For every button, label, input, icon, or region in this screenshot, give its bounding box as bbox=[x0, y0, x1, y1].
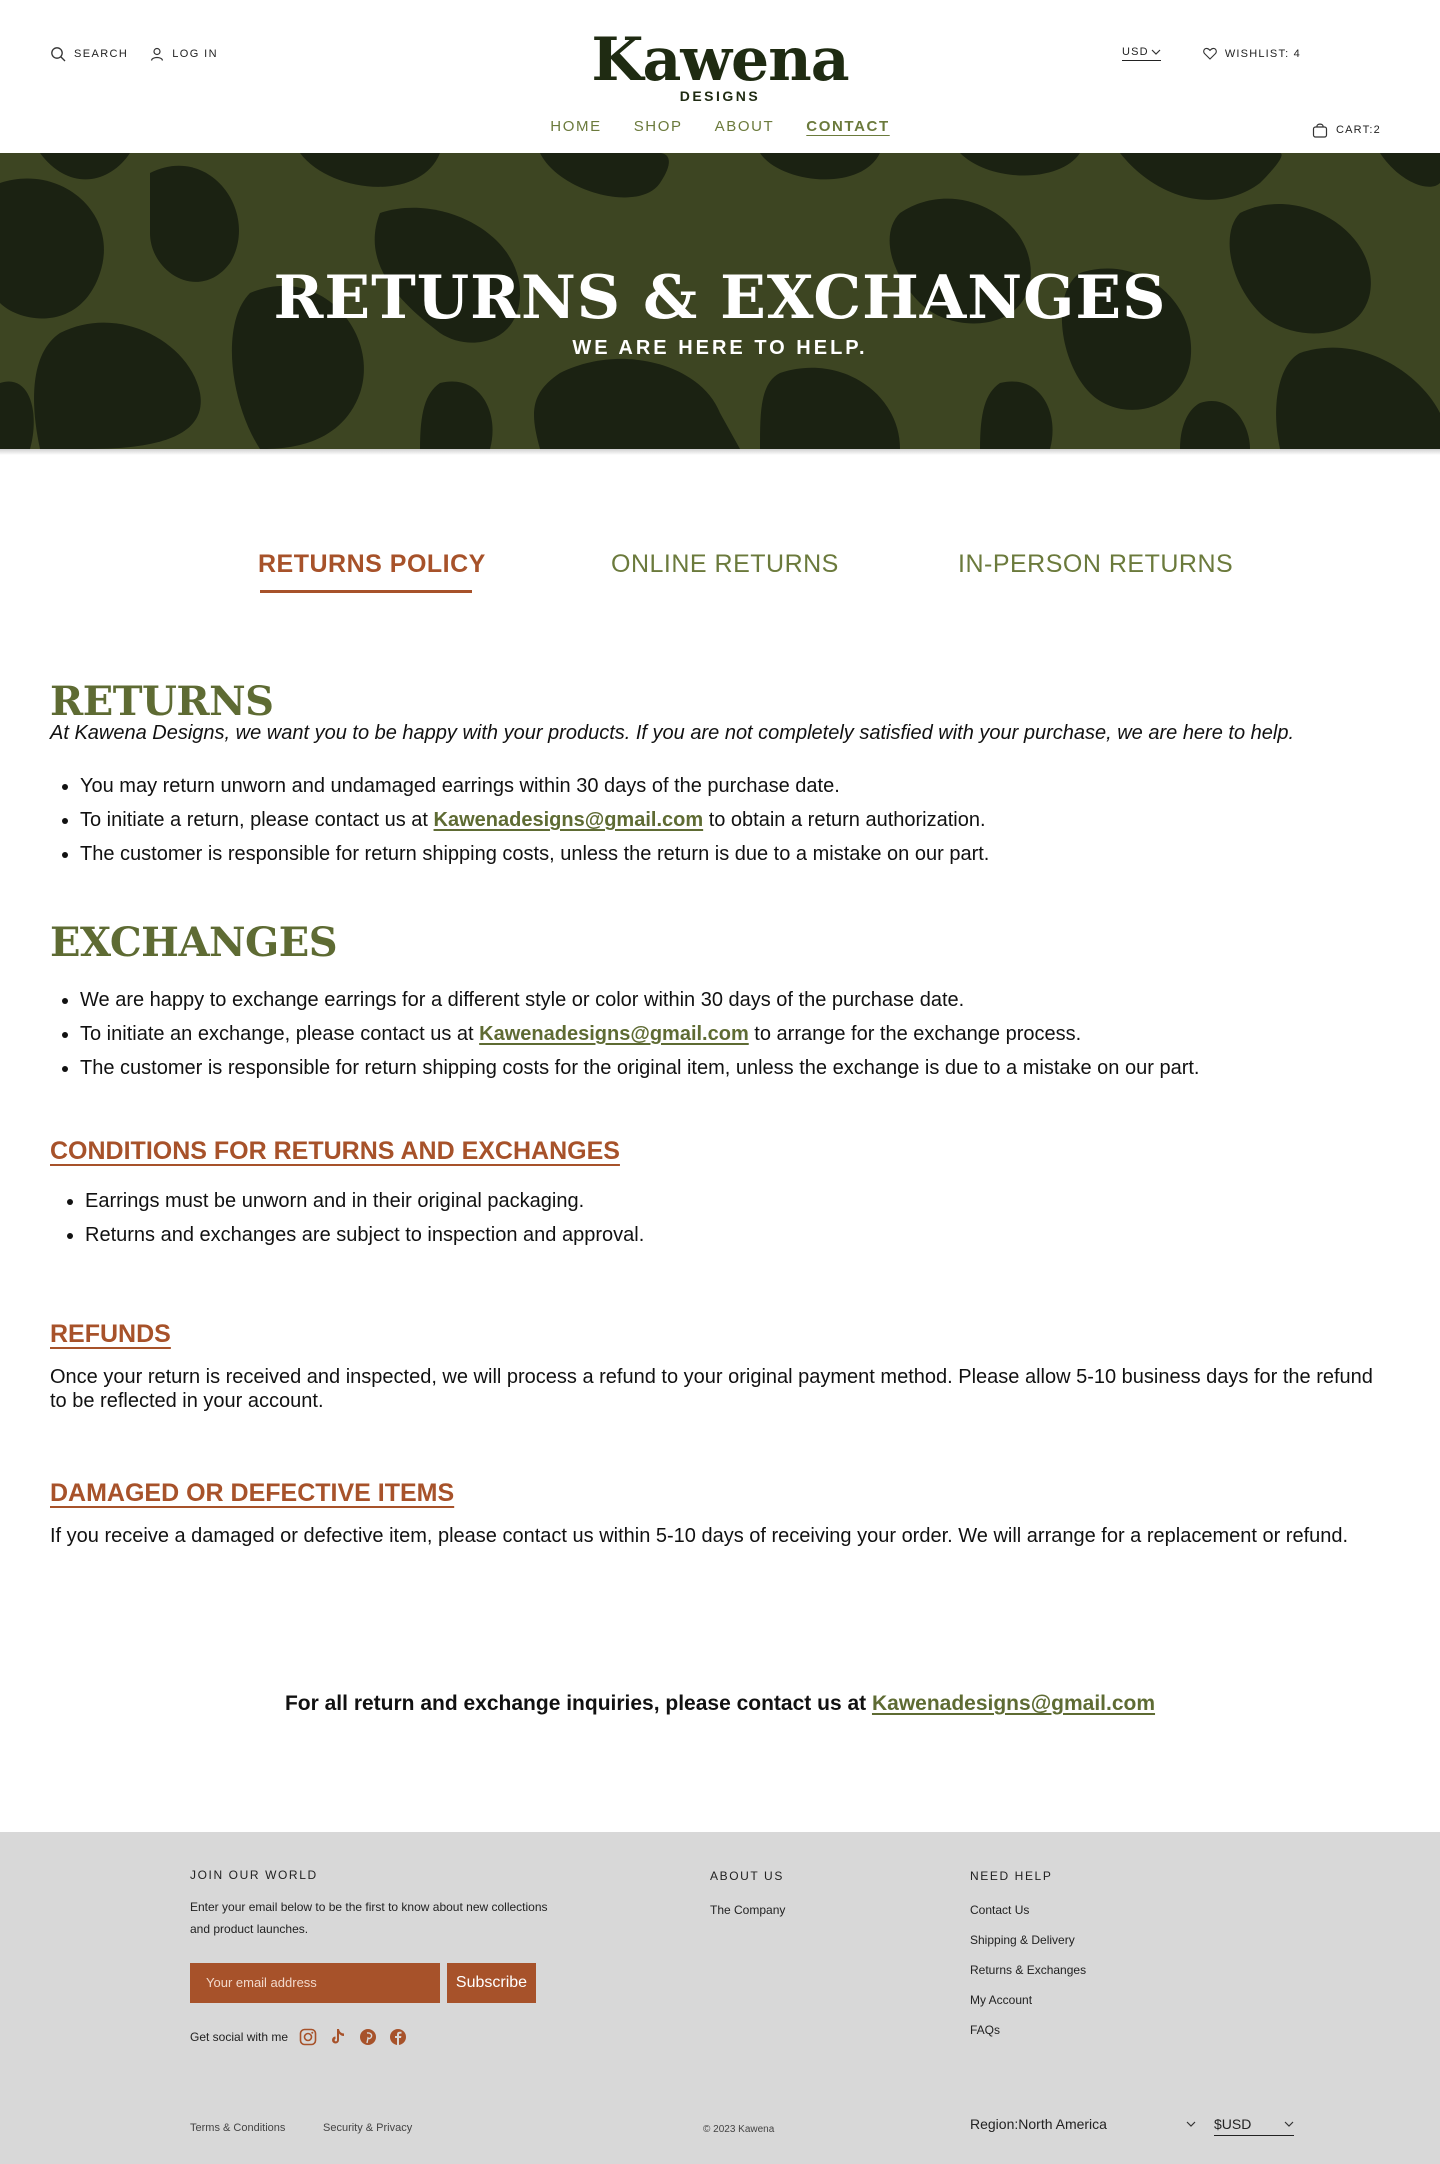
social-links: Get social with me bbox=[190, 2027, 408, 2047]
conditions-section: CONDITIONS FOR RETURNS AND EXCHANGES Ear… bbox=[50, 1137, 1390, 1252]
hero-subtitle: WE ARE HERE TO HELP. bbox=[572, 337, 868, 359]
list-item: You may return unworn and undamaged earr… bbox=[80, 769, 1390, 803]
hero-banner: RETURNS & EXCHANGES WE ARE HERE TO HELP. bbox=[0, 153, 1440, 449]
list-item: The customer is responsible for return s… bbox=[80, 1051, 1390, 1085]
list-item-text: You may return unworn and undamaged earr… bbox=[80, 775, 840, 797]
tab-online-returns[interactable]: ONLINE RETURNS bbox=[611, 550, 839, 579]
join-text: Enter your email below to be the first t… bbox=[190, 1900, 548, 1936]
region-selector[interactable]: Region:North America bbox=[970, 2116, 1196, 2132]
security-link[interactable]: Security & Privacy bbox=[323, 2122, 412, 2134]
email-link[interactable]: Kawenadesigns@gmail.com bbox=[434, 809, 704, 831]
list-item: To initiate a return, please contact us … bbox=[80, 803, 1390, 837]
tiktok-icon[interactable] bbox=[328, 2027, 348, 2047]
footer-link-company[interactable]: The Company bbox=[710, 1903, 785, 1917]
social-label: Get social with me bbox=[190, 2030, 289, 2044]
footer-link-faqs[interactable]: FAQs bbox=[970, 2023, 1000, 2037]
list-item-text: To initiate an exchange, please contact … bbox=[80, 1023, 480, 1045]
footer-currency-label: $USD bbox=[1214, 2116, 1252, 2132]
shopping-bag-icon bbox=[1312, 123, 1328, 138]
facebook-icon[interactable] bbox=[388, 2027, 408, 2047]
instagram-icon[interactable] bbox=[298, 2027, 318, 2047]
damaged-text: If you receive a damaged or defective it… bbox=[50, 1525, 1349, 1547]
currency-label: USD bbox=[1122, 46, 1149, 58]
list-item-text: to arrange for the exchange process. bbox=[748, 1023, 1082, 1045]
returns-intro: At Kawena Designs, we want you to be hap… bbox=[50, 722, 1295, 744]
list-item: Earrings must be unworn and in their ori… bbox=[85, 1184, 1390, 1218]
list-item: The customer is responsible for return s… bbox=[80, 837, 1390, 871]
returns-list: You may return unworn and undamaged earr… bbox=[50, 769, 1390, 871]
footer-link-contact[interactable]: Contact Us bbox=[970, 1903, 1029, 1917]
cart-link[interactable]: CART:2 bbox=[1312, 122, 1381, 138]
exchanges-list: We are happy to exchange earrings for a … bbox=[50, 983, 1390, 1085]
copyright: © 2023 Kawena bbox=[703, 2124, 775, 2135]
subscribe-button[interactable]: Subscribe bbox=[447, 1963, 536, 2003]
active-tab-indicator bbox=[260, 590, 472, 593]
refunds-section: REFUNDS Once your return is received and… bbox=[50, 1320, 1390, 1413]
pinterest-icon[interactable] bbox=[358, 2027, 378, 2047]
email-link[interactable]: Kawenadesigns@gmail.com bbox=[872, 1692, 1155, 1715]
list-item-text: Earrings must be unworn and in their ori… bbox=[85, 1190, 585, 1212]
email-link[interactable]: Kawenadesigns@gmail.com bbox=[479, 1023, 749, 1045]
conditions-list: Earrings must be unworn and in their ori… bbox=[50, 1184, 1390, 1252]
main-nav: HOME SHOP ABOUT CONTACT bbox=[0, 118, 1440, 135]
damaged-section: DAMAGED OR DEFECTIVE ITEMS If you receiv… bbox=[50, 1479, 1390, 1548]
contact-line: For all return and exchange inquiries, p… bbox=[0, 1692, 1440, 1716]
exchanges-heading: EXCHANGES bbox=[50, 919, 338, 966]
nav-shop[interactable]: SHOP bbox=[634, 118, 683, 135]
returns-heading: RETURNS bbox=[50, 678, 274, 725]
list-item-text: The customer is responsible for return s… bbox=[80, 1057, 1200, 1079]
hero-title: RETURNS & EXCHANGES bbox=[273, 263, 1167, 333]
region-label: Region:North America bbox=[970, 2116, 1107, 2132]
tab-in-person-returns[interactable]: IN-PERSON RETURNS bbox=[958, 550, 1233, 579]
nav-contact[interactable]: CONTACT bbox=[806, 118, 889, 135]
refunds-heading: REFUNDS bbox=[50, 1320, 171, 1348]
email-input[interactable]: Your email address bbox=[190, 1963, 440, 2003]
list-item: To initiate an exchange, please contact … bbox=[80, 1017, 1390, 1051]
returns-section: RETURNS At Kawena Designs, we want you t… bbox=[50, 678, 1390, 871]
nav-about[interactable]: ABOUT bbox=[715, 118, 775, 135]
footer-link-returns[interactable]: Returns & Exchanges bbox=[970, 1963, 1086, 1977]
currency-selector[interactable]: USD bbox=[1122, 46, 1161, 61]
site-logo[interactable]: Kawena DESIGNS bbox=[0, 28, 1440, 104]
list-item-text: We are happy to exchange earrings for a … bbox=[80, 989, 965, 1011]
site-header: SEARCH LOG IN Kawena DESIGNS USD WISHLIS… bbox=[0, 0, 1440, 153]
cart-label: CART:2 bbox=[1336, 124, 1381, 136]
chevron-down-icon bbox=[1151, 49, 1161, 55]
damaged-heading: DAMAGED OR DEFECTIVE ITEMS bbox=[50, 1479, 455, 1507]
exchanges-section: EXCHANGES We are happy to exchange earri… bbox=[50, 919, 1390, 1085]
footer-link-shipping[interactable]: Shipping & Delivery bbox=[970, 1933, 1075, 1947]
help-title: NEED HELP bbox=[970, 1869, 1053, 1883]
hero-shadow bbox=[0, 449, 1440, 455]
list-item-text: Returns and exchanges are subject to ins… bbox=[85, 1224, 645, 1246]
conditions-heading: CONDITIONS FOR RETURNS AND EXCHANGES bbox=[50, 1137, 620, 1165]
join-title: JOIN OUR WORLD bbox=[190, 1868, 318, 1882]
contact-line-text: For all return and exchange inquiries, p… bbox=[284, 1692, 872, 1715]
chevron-down-icon bbox=[1186, 2121, 1196, 2127]
wishlist-label: WISHLIST: 4 bbox=[1224, 47, 1301, 60]
about-title: ABOUT US bbox=[710, 1869, 784, 1883]
list-item-text: To initiate a return, please contact us … bbox=[80, 809, 434, 831]
footer-currency-selector[interactable]: $USD bbox=[1214, 2116, 1294, 2136]
nav-home[interactable]: HOME bbox=[550, 118, 601, 135]
list-item: We are happy to exchange earrings for a … bbox=[80, 983, 1390, 1017]
policy-tabs: RETURNS POLICY ONLINE RETURNS IN-PERSON … bbox=[0, 550, 1440, 600]
chevron-down-icon bbox=[1284, 2121, 1294, 2127]
logo-subtitle: DESIGNS bbox=[679, 88, 761, 104]
tab-returns-policy[interactable]: RETURNS POLICY bbox=[258, 550, 486, 579]
terms-link[interactable]: Terms & Conditions bbox=[190, 2122, 285, 2134]
list-item-text: to obtain a return authorization. bbox=[703, 809, 986, 831]
policy-content: RETURNS At Kawena Designs, we want you t… bbox=[50, 678, 1390, 1548]
heart-icon bbox=[1203, 47, 1217, 60]
list-item-text: The customer is responsible for return s… bbox=[80, 843, 990, 865]
header-right-actions: USD WISHLIST: 4 bbox=[1122, 46, 1301, 61]
refunds-text: Once your return is received and inspect… bbox=[50, 1366, 1373, 1412]
list-item: Returns and exchanges are subject to ins… bbox=[85, 1218, 1390, 1252]
footer-link-account[interactable]: My Account bbox=[970, 1993, 1032, 2007]
wishlist-link[interactable]: WISHLIST: 4 bbox=[1203, 47, 1301, 60]
